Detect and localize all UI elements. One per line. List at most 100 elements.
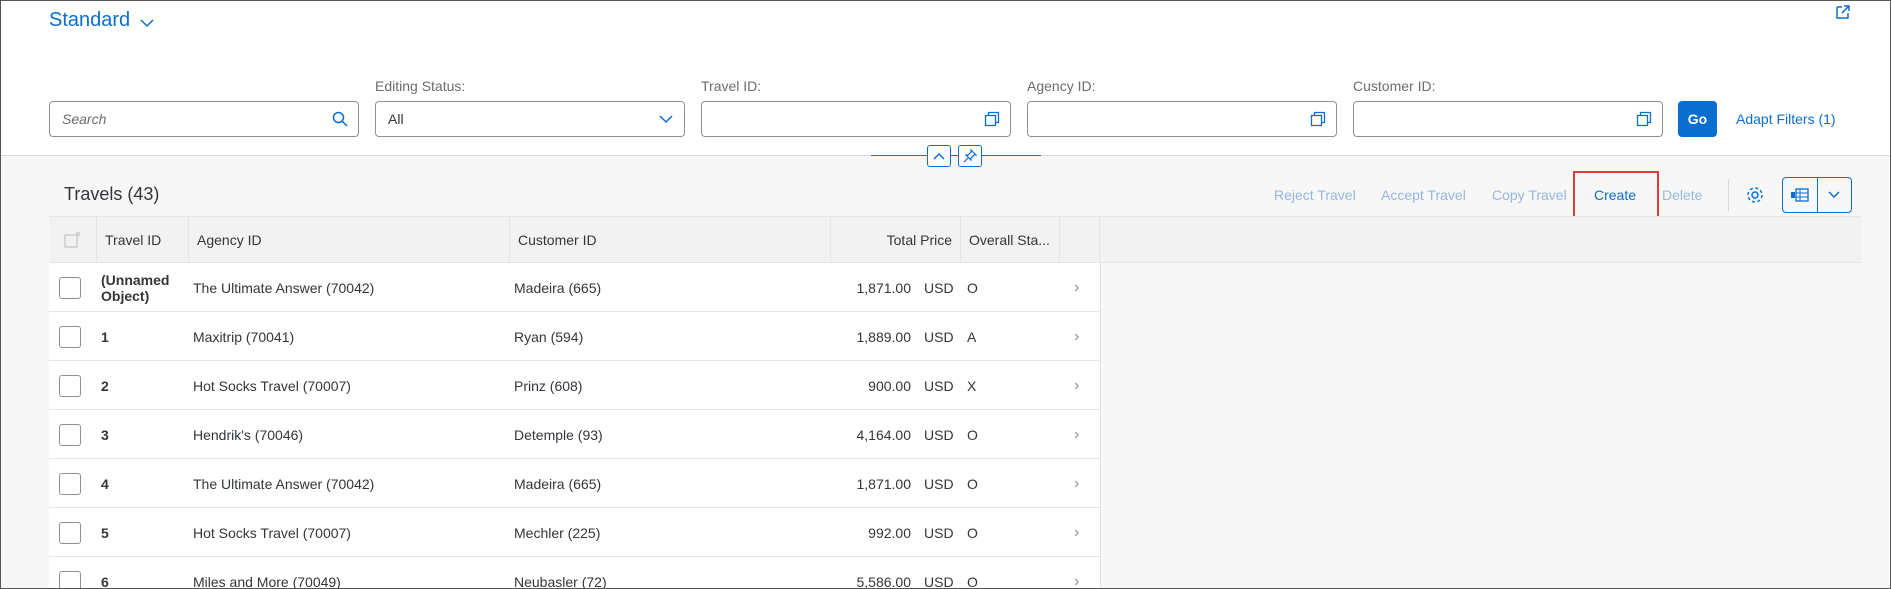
travel-id-cell: 4 bbox=[101, 475, 109, 492]
row-nav-icon[interactable]: › bbox=[1074, 557, 1079, 589]
row-nav-icon[interactable]: › bbox=[1074, 410, 1079, 459]
status-cell: O bbox=[967, 573, 978, 589]
adapt-filters-button[interactable]: Adapt Filters (1) bbox=[1736, 111, 1836, 127]
toolbar-separator bbox=[1728, 179, 1729, 211]
travel-id-cell: 1 bbox=[101, 328, 109, 345]
customer-cell: Detemple (93) bbox=[514, 426, 603, 443]
settings-icon[interactable] bbox=[1745, 185, 1765, 205]
table-row[interactable]: 5 Hot Socks Travel (70007) Mechler (225)… bbox=[49, 508, 1100, 557]
variant-label: Standard bbox=[49, 9, 131, 31]
editing-status-label: Editing Status: bbox=[375, 78, 466, 94]
customer-cell: Madeira (665) bbox=[514, 475, 602, 492]
chevron-down-icon[interactable] bbox=[658, 111, 674, 127]
collapse-divider bbox=[871, 155, 1041, 156]
status-cell: O bbox=[967, 426, 978, 443]
table-row[interactable]: 4 The Ultimate Answer (70042) Madeira (6… bbox=[49, 459, 1100, 508]
travel-id-field[interactable] bbox=[701, 101, 1011, 137]
table-row[interactable]: (Unnamed Object) The Ultimate Answer (70… bbox=[49, 263, 1100, 312]
variant-selector[interactable]: Standard bbox=[49, 9, 154, 32]
currency-cell: USD bbox=[924, 377, 954, 394]
status-cell: O bbox=[967, 524, 978, 541]
value-help-icon[interactable] bbox=[1636, 111, 1652, 127]
row-checkbox[interactable] bbox=[59, 570, 81, 588]
search-icon[interactable] bbox=[332, 111, 348, 127]
col-travel-id[interactable]: Travel ID bbox=[97, 217, 189, 264]
collapse-header-button[interactable] bbox=[927, 145, 951, 167]
table-row[interactable]: 2 Hot Socks Travel (70007) Prinz (608) 9… bbox=[49, 361, 1100, 410]
agency-cell: Hendrik's (70046) bbox=[193, 426, 304, 443]
travel-id-cell: 2 bbox=[101, 377, 109, 394]
customer-cell: Madeira (665) bbox=[514, 279, 602, 296]
search-placeholder: Search bbox=[62, 111, 107, 127]
agency-cell: The Ultimate Answer (70042) bbox=[193, 279, 375, 296]
editing-status-select[interactable]: All bbox=[375, 101, 685, 137]
agency-id-field[interactable] bbox=[1027, 101, 1337, 137]
accept-travel-button[interactable]: Accept Travel bbox=[1381, 187, 1466, 203]
search-input[interactable]: Search bbox=[49, 101, 359, 137]
currency-cell: USD bbox=[924, 573, 954, 589]
row-checkbox[interactable] bbox=[59, 472, 81, 495]
row-nav-icon[interactable]: › bbox=[1074, 508, 1079, 557]
customer-id-label: Customer ID: bbox=[1353, 78, 1436, 94]
table-empty-area bbox=[1100, 263, 1861, 588]
agency-cell: Miles and More (70049) bbox=[193, 573, 341, 589]
price-cell: 1,871.00 bbox=[856, 475, 912, 492]
price-cell: 1,889.00 bbox=[856, 328, 912, 345]
agency-id-label: Agency ID: bbox=[1027, 78, 1096, 94]
customer-cell: Neubasler (72) bbox=[514, 573, 607, 589]
select-all-icon bbox=[64, 231, 81, 248]
value-help-icon[interactable] bbox=[1310, 111, 1326, 127]
row-nav-icon[interactable]: › bbox=[1074, 459, 1079, 508]
agency-cell: Hot Socks Travel (70007) bbox=[193, 377, 351, 394]
agency-cell: Hot Socks Travel (70007) bbox=[193, 524, 351, 541]
col-overall-status[interactable]: Overall Sta... bbox=[961, 217, 1060, 264]
price-cell: 900.00 bbox=[868, 377, 911, 394]
status-cell: O bbox=[967, 475, 978, 492]
select-all-cell[interactable] bbox=[49, 217, 97, 264]
app-frame: Standard Search Editing Status: All Trav… bbox=[0, 0, 1891, 589]
row-checkbox[interactable] bbox=[59, 423, 81, 446]
copy-travel-button[interactable]: Copy Travel bbox=[1492, 187, 1567, 203]
currency-cell: USD bbox=[924, 524, 954, 541]
col-customer-id[interactable]: Customer ID bbox=[510, 217, 831, 264]
pin-header-button[interactable] bbox=[958, 145, 982, 167]
customer-cell: Ryan (594) bbox=[514, 328, 584, 345]
row-checkbox[interactable] bbox=[59, 325, 81, 348]
status-cell: A bbox=[967, 328, 977, 345]
travel-id-cell: 6 bbox=[101, 573, 109, 589]
export-button-group bbox=[1782, 177, 1852, 213]
go-button[interactable]: Go bbox=[1678, 101, 1717, 137]
value-help-icon[interactable] bbox=[984, 111, 1000, 127]
row-nav-icon[interactable]: › bbox=[1074, 312, 1079, 361]
row-nav-icon[interactable]: › bbox=[1074, 263, 1079, 312]
reject-travel-button[interactable]: Reject Travel bbox=[1274, 187, 1356, 203]
row-nav-icon[interactable]: › bbox=[1074, 361, 1079, 410]
row-checkbox[interactable] bbox=[59, 374, 81, 397]
row-checkbox[interactable] bbox=[59, 521, 81, 544]
row-checkbox[interactable] bbox=[59, 276, 81, 299]
share-icon[interactable] bbox=[1834, 3, 1852, 21]
delete-button[interactable]: Delete bbox=[1662, 187, 1702, 203]
travel-id-label: Travel ID: bbox=[701, 78, 762, 94]
table-row[interactable]: 3 Hendrik's (70046) Detemple (93) 4,164.… bbox=[49, 410, 1100, 459]
currency-cell: USD bbox=[924, 475, 954, 492]
customer-id-field[interactable] bbox=[1353, 101, 1663, 137]
table-header: Travel ID Agency ID Customer ID Total Pr… bbox=[49, 216, 1861, 264]
status-cell: O bbox=[967, 279, 978, 296]
travel-id-cell: (Unnamed Object) bbox=[101, 271, 170, 304]
col-total-price[interactable]: Total Price bbox=[831, 217, 961, 264]
col-nav bbox=[1060, 217, 1100, 264]
table-row[interactable]: 1 Maxitrip (70041) Ryan (594) 1,889.00 U… bbox=[49, 312, 1100, 361]
chevron-up-icon bbox=[933, 152, 945, 160]
price-cell: 992.00 bbox=[868, 524, 911, 541]
currency-cell: USD bbox=[924, 426, 954, 443]
travel-id-cell: 3 bbox=[101, 426, 109, 443]
currency-cell: USD bbox=[924, 328, 954, 345]
currency-cell: USD bbox=[924, 279, 954, 296]
agency-cell: The Ultimate Answer (70042) bbox=[193, 475, 375, 492]
export-menu-button[interactable] bbox=[1818, 178, 1852, 212]
table-row[interactable]: 6 Miles and More (70049) Neubasler (72) … bbox=[49, 557, 1100, 589]
export-button[interactable] bbox=[1783, 178, 1818, 212]
price-cell: 4,164.00 bbox=[856, 426, 912, 443]
col-agency-id[interactable]: Agency ID bbox=[189, 217, 510, 264]
